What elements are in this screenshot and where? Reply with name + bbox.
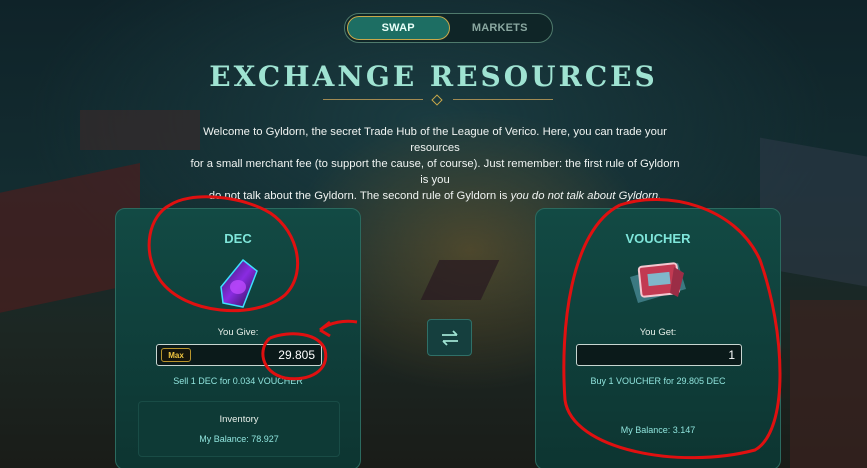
- intro-text: Welcome to Gyldorn, the secret Trade Hub…: [190, 124, 680, 204]
- tab-swap[interactable]: SWAP: [347, 16, 450, 40]
- inventory-title: Inventory: [219, 414, 259, 425]
- tab-switch: SWAP MARKETS: [344, 13, 553, 43]
- intro-line: for a small merchant fee (to support the…: [190, 158, 680, 186]
- you-get-label: You Get:: [639, 327, 677, 338]
- get-panel: VOUCHER You Get: Buy 1 VOUCHER for 29.80…: [535, 208, 781, 468]
- market-roof-decoration: [80, 110, 200, 150]
- intro-line: Welcome to Gyldorn, the secret Trade Hub…: [203, 126, 667, 154]
- market-awning-decoration: [420, 260, 500, 300]
- get-amount-field: [576, 344, 742, 366]
- purple-crystal-icon: [220, 258, 258, 308]
- intro-line: do not talk about the Gyldorn. The secon…: [208, 190, 511, 202]
- dec-balance: My Balance: 78.927: [199, 434, 279, 444]
- page-title: EXCHANGE RESOURCES: [209, 60, 658, 93]
- max-button[interactable]: Max: [161, 348, 191, 362]
- swap-arrows-icon: [441, 329, 458, 346]
- get-amount-input[interactable]: [625, 347, 735, 363]
- voucher-balance: My Balance: 3.147: [620, 425, 696, 435]
- give-resource-title: DEC: [224, 231, 252, 246]
- title-divider: [323, 94, 553, 106]
- you-give-label: You Give:: [217, 327, 259, 338]
- tab-markets[interactable]: MARKETS: [450, 16, 551, 40]
- give-amount-input[interactable]: [205, 347, 315, 363]
- buy-rate-text: Buy 1 VOUCHER for 29.805 DEC: [590, 376, 726, 386]
- market-stall-decoration: [790, 300, 867, 468]
- intro-emphasis: you do not talk about Gyldorn.: [510, 190, 662, 202]
- sell-rate-text: Sell 1 DEC for 0.034 VOUCHER: [173, 376, 303, 386]
- swap-direction-button[interactable]: [427, 319, 472, 356]
- inventory-box: Inventory My Balance: 78.927: [138, 401, 340, 457]
- diamond-ornament-icon: [431, 94, 443, 106]
- give-amount-field: Max: [156, 344, 322, 366]
- voucher-icon: [630, 262, 686, 303]
- give-panel: DEC You Give: Max Sell 1 DEC for 0.034 V…: [115, 208, 361, 468]
- get-resource-title: VOUCHER: [625, 231, 691, 246]
